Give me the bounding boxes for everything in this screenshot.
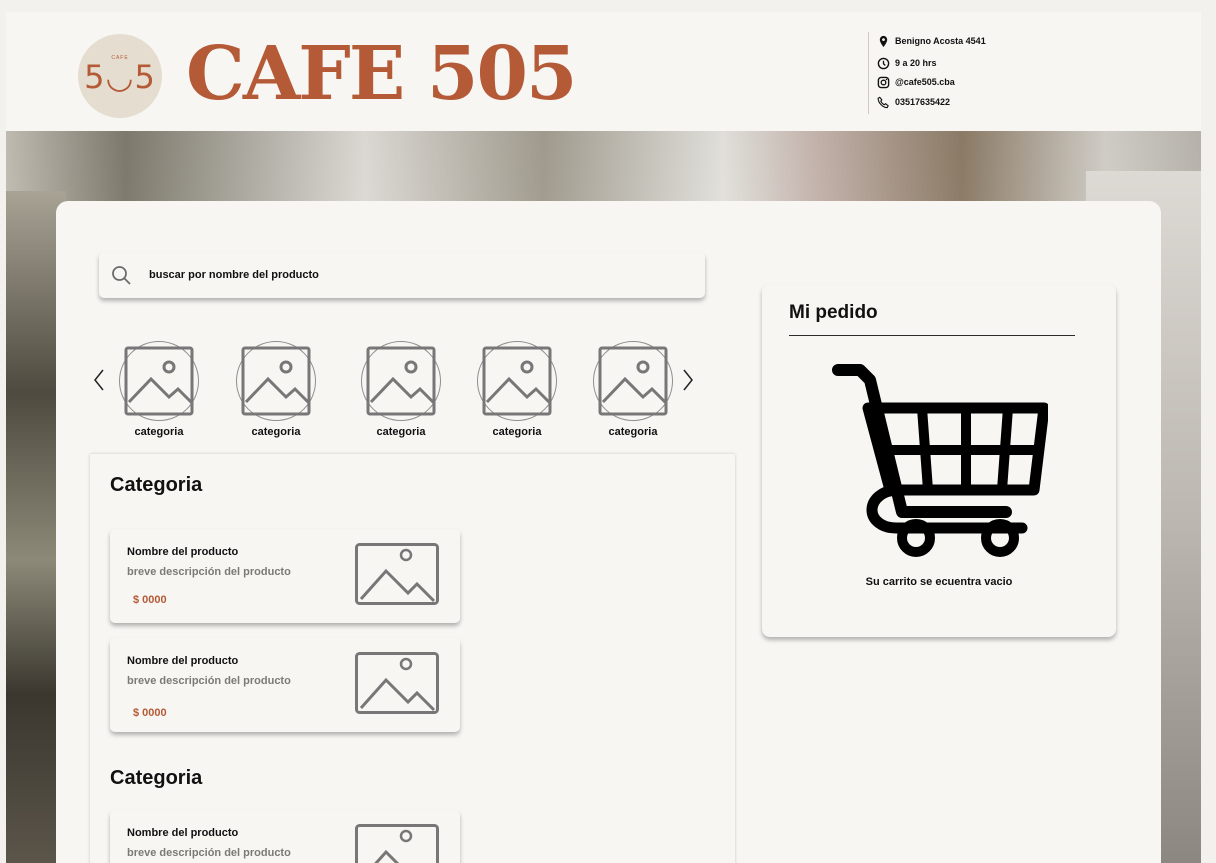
phone-text: 03517635422 — [895, 97, 951, 107]
category-item[interactable]: categoria — [235, 341, 317, 438]
address-text: Benigno Acosta 4541 — [895, 36, 986, 46]
category-label: categoria — [134, 426, 184, 438]
image-placeholder-icon — [124, 346, 194, 416]
product-card[interactable]: Nombre del producto breve descripción de… — [110, 810, 460, 863]
instagram-icon — [877, 76, 890, 88]
section-title: Categoria — [110, 474, 203, 496]
empty-cart-message: Su carrito se ecuentra vacio — [865, 576, 1013, 588]
hero-stripe — [6, 131, 1201, 201]
page-frame: CAFE 5◡5 CAFE 505 Benigno Acosta 4541 9 … — [6, 12, 1201, 863]
product-description: breve descripción del producto — [127, 675, 291, 687]
category-image — [361, 341, 441, 421]
brand-name: CAFE 505 — [186, 31, 577, 117]
product-description: breve descripción del producto — [127, 566, 291, 578]
contact-phone[interactable]: 03517635422 — [877, 94, 950, 110]
image-placeholder-icon — [355, 824, 439, 863]
category-label: categoria — [492, 426, 542, 438]
category-label: categoria — [251, 426, 301, 438]
product-description: breve descripción del producto — [127, 847, 291, 859]
search-input[interactable] — [149, 266, 669, 284]
category-image — [236, 341, 316, 421]
instagram-text: @cafe505.cba — [895, 77, 955, 87]
image-placeholder-icon — [241, 346, 311, 416]
product-card[interactable]: Nombre del producto breve descripción de… — [110, 529, 460, 623]
search-icon — [112, 266, 131, 285]
phone-icon — [877, 96, 889, 108]
product-price: $ 0000 — [133, 707, 167, 719]
search-bar — [99, 252, 705, 298]
category-item[interactable]: categoria — [360, 341, 442, 438]
shopping-cart-icon — [832, 364, 1048, 557]
order-title: Mi pedido — [789, 302, 878, 323]
menu-panel: categoria categoria categoria categoria … — [56, 201, 1161, 863]
hours-text: 9 a 20 hrs — [895, 58, 937, 68]
category-item[interactable]: categoria — [592, 341, 674, 438]
products-list: Categoria Nombre del producto breve desc… — [90, 454, 735, 863]
image-placeholder-icon — [366, 346, 436, 416]
category-label: categoria — [376, 426, 426, 438]
image-placeholder-icon — [355, 652, 439, 714]
image-placeholder-icon — [482, 346, 552, 416]
order-divider — [789, 335, 1075, 336]
category-item[interactable]: categoria — [118, 341, 200, 438]
logo-text: 5◡5 — [84, 58, 156, 96]
contact-hours: 9 a 20 hrs — [877, 55, 937, 71]
clock-icon — [877, 57, 890, 69]
image-placeholder-icon — [355, 543, 439, 605]
product-name: Nombre del producto — [127, 546, 239, 558]
category-image — [593, 341, 673, 421]
section-title: Categoria — [110, 767, 203, 789]
contact-info: Benigno Acosta 4541 9 a 20 hrs @cafe505.… — [868, 32, 1048, 114]
contact-instagram[interactable]: @cafe505.cba — [877, 74, 955, 90]
chevron-right-icon[interactable] — [681, 368, 695, 392]
category-image — [477, 341, 557, 421]
product-card[interactable]: Nombre del producto breve descripción de… — [110, 638, 460, 732]
category-image — [119, 341, 199, 421]
logo[interactable]: CAFE 5◡5 — [78, 34, 162, 118]
category-item[interactable]: categoria — [476, 341, 558, 438]
order-panel: Mi pedido Su carrito se ecuentra vacio — [762, 284, 1116, 637]
chevron-left-icon[interactable] — [92, 368, 106, 392]
product-name: Nombre del producto — [127, 827, 239, 839]
contact-address: Benigno Acosta 4541 — [877, 33, 986, 49]
image-placeholder-icon — [598, 346, 668, 416]
product-price: $ 0000 — [133, 594, 167, 606]
category-label: categoria — [608, 426, 658, 438]
map-pin-icon — [879, 35, 888, 47]
product-name: Nombre del producto — [127, 655, 239, 667]
header: CAFE 5◡5 CAFE 505 Benigno Acosta 4541 9 … — [6, 12, 1201, 131]
